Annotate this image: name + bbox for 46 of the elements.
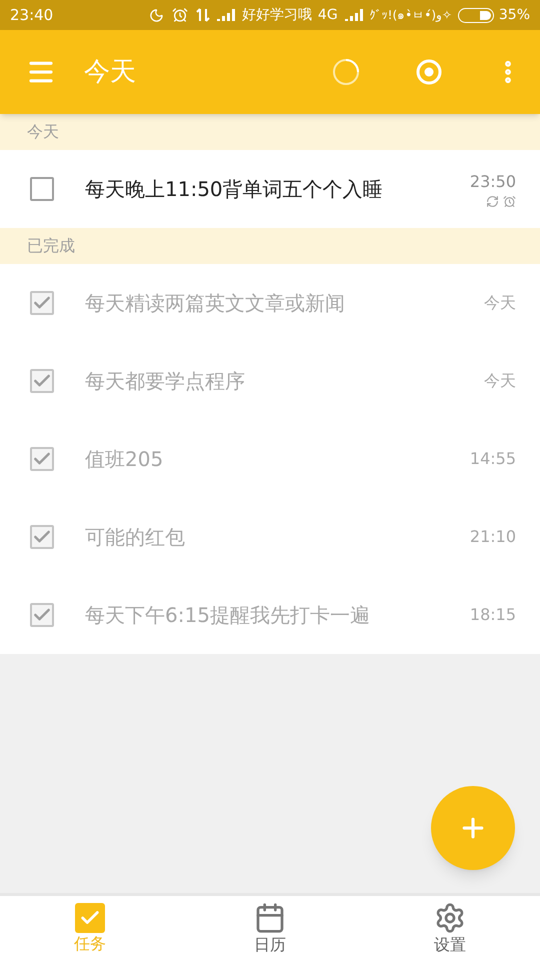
task-title: 每天晚上11:50背单词五个个入睡 (85, 176, 384, 203)
loading-spinner-icon (332, 58, 360, 86)
task-title: 每天下午6:15提醒我先打卡一遍 (85, 602, 371, 629)
status-kaomoji: ｸﾞｯ!(๑•̀ㅂ•́)و✧ (370, 7, 452, 24)
task-row[interactable]: 每天精读两篇英文文章或新闻 今天 (0, 264, 540, 342)
task-time: 23:50 (470, 171, 516, 193)
section-header: 今天 (0, 114, 540, 150)
calendar-icon (254, 902, 286, 934)
status-time: 23:40 (10, 4, 54, 26)
task-time: 21:10 (470, 526, 516, 548)
battery-percent: 35% (498, 6, 530, 24)
checkbox[interactable] (30, 447, 54, 471)
settings-icon (434, 902, 466, 934)
alarm-icon (172, 7, 188, 23)
nav-tab[interactable]: 设置 (360, 896, 540, 960)
checkbox[interactable] (30, 525, 54, 549)
checkbox-icon (75, 903, 105, 933)
signal-icon (216, 8, 236, 22)
task-row[interactable]: 每天下午6:15提醒我先打卡一遍 18:15 (0, 576, 540, 654)
checkbox[interactable] (30, 177, 54, 201)
checkbox[interactable] (30, 603, 54, 627)
task-title: 每天都要学点程序 (85, 368, 246, 395)
task-title: 每天精读两篇英文文章或新闻 (85, 290, 346, 317)
checkbox[interactable] (30, 369, 54, 393)
app-title: 今天 (84, 56, 136, 88)
task-title: 值班205 (85, 446, 164, 473)
task-time: 18:15 (470, 604, 516, 626)
task-time: 今天 (484, 292, 516, 314)
task-row[interactable]: 每天晚上11:50背单词五个个入睡 23:50 (0, 150, 540, 228)
nav-tab[interactable]: 日历 (180, 896, 360, 960)
task-title: 可能的红包 (85, 524, 186, 551)
task-row[interactable]: 值班205 14:55 (0, 420, 540, 498)
task-row[interactable]: 每天都要学点程序 今天 (0, 342, 540, 420)
signal-icon (344, 8, 364, 22)
data-arrows-icon (196, 8, 210, 22)
task-time: 14:55 (470, 448, 516, 470)
carrier-name: 好好学习哦 (242, 6, 312, 24)
section-header: 已完成 (0, 228, 540, 264)
target-icon[interactable] (416, 59, 442, 85)
checkbox[interactable] (30, 291, 54, 315)
task-row[interactable]: 可能的红包 21:10 (0, 498, 540, 576)
nav-tab[interactable]: 任务 (0, 896, 180, 960)
task-time: 今天 (484, 370, 516, 392)
network-type: 4G (318, 6, 338, 24)
moon-icon (148, 8, 164, 22)
battery-icon (458, 8, 494, 22)
